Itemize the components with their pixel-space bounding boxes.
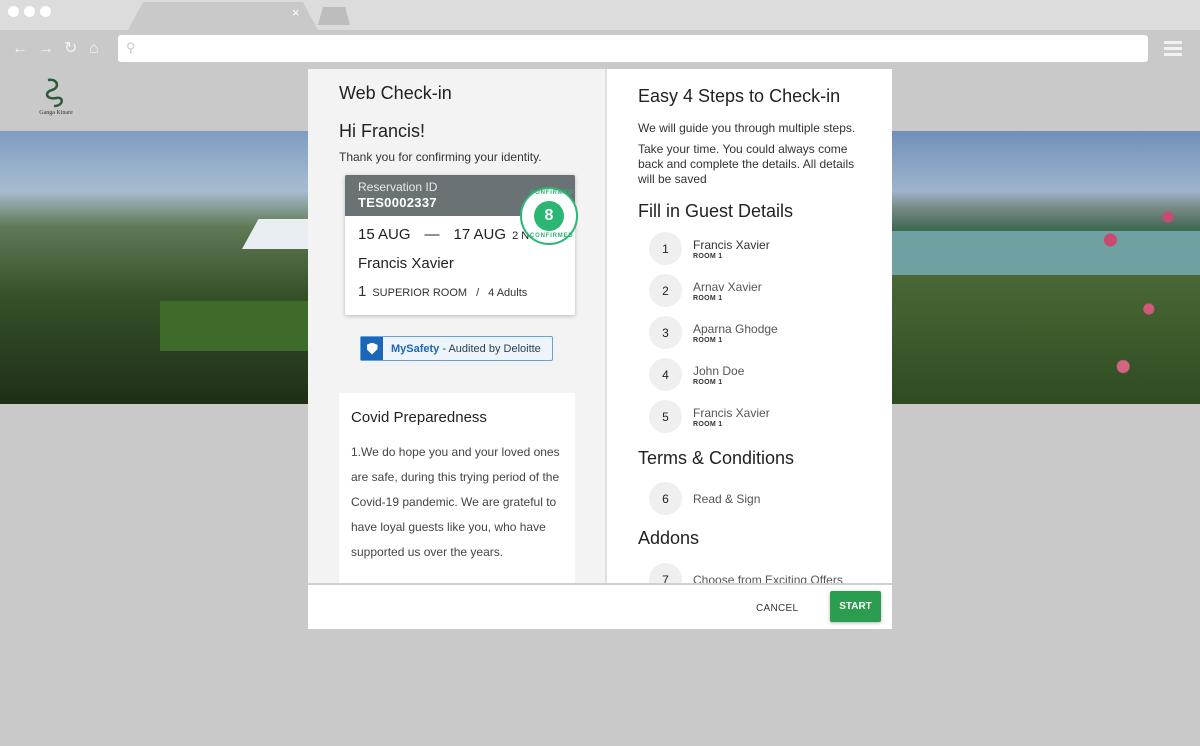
checkin-modal: Web Check-in Hi Francis! Thank you for c… bbox=[308, 69, 892, 629]
modal-left-panel: Web Check-in Hi Francis! Thank you for c… bbox=[308, 69, 605, 583]
covid-body: 1.We do hope you and your loved ones are… bbox=[351, 445, 560, 559]
check-out-date: 17 AUG bbox=[453, 226, 507, 243]
start-button[interactable]: START bbox=[830, 591, 881, 622]
step-number: 4 bbox=[649, 358, 682, 391]
terms-step[interactable]: 6 Read & Sign bbox=[649, 482, 760, 515]
step-room: ROOM 1 bbox=[693, 336, 723, 344]
guest-step[interactable]: 5 Francis Xavier ROOM 1 bbox=[649, 400, 770, 433]
step-guest-name: Arnav Xavier bbox=[693, 279, 762, 294]
mysafety-text: - Audited by Deloitte bbox=[439, 342, 541, 355]
cancel-button[interactable]: CANCEL bbox=[756, 603, 798, 614]
reload-icon[interactable]: ↻ bbox=[64, 40, 77, 58]
step-guest-name: Francis Xavier bbox=[693, 405, 770, 420]
new-tab-button[interactable] bbox=[318, 7, 350, 25]
step-guest-name: Francis Xavier bbox=[693, 237, 770, 252]
mysafety-brand: MySafety bbox=[391, 342, 440, 355]
step-room: ROOM 1 bbox=[693, 378, 723, 386]
addons-step-label: Choose from Exciting Offers bbox=[693, 572, 843, 584]
shield-check-icon bbox=[361, 337, 383, 360]
room-count: 1 bbox=[358, 283, 367, 300]
step-room: ROOM 1 bbox=[693, 420, 723, 428]
room-separator: / bbox=[476, 287, 480, 299]
guest-step[interactable]: 3 Aparna Ghodge ROOM 1 bbox=[649, 316, 778, 349]
confirmed-stamp-text-bottom: CONFIRMED bbox=[530, 233, 574, 239]
browser-tab[interactable] bbox=[128, 2, 318, 30]
check-in-date: 15 AUG bbox=[358, 226, 411, 243]
browser-toolbar: ← → ↻ ⌂ ⚲ bbox=[0, 30, 1200, 68]
guest-count: 4 Adults bbox=[488, 287, 528, 299]
date-separator: — bbox=[424, 226, 440, 243]
addons-heading: Addons bbox=[638, 528, 700, 548]
svg-text:Ganga Kinare: Ganga Kinare bbox=[39, 110, 73, 116]
hotel-logo: Ganga Kinare bbox=[39, 78, 73, 116]
steps-title: Easy 4 Steps to Check-in bbox=[638, 86, 841, 106]
hero-image-left bbox=[0, 131, 308, 404]
modal-footer: CANCEL START bbox=[308, 583, 892, 629]
room-summary: 1 SUPERIOR ROOM / 4 Adults bbox=[358, 283, 527, 300]
guest-step[interactable]: 2 Arnav Xavier ROOM 1 bbox=[649, 274, 762, 307]
home-icon[interactable]: ⌂ bbox=[89, 40, 99, 58]
steps-intro: We will guide you through multiple steps… bbox=[638, 121, 856, 135]
browser-menu-icon[interactable] bbox=[1164, 41, 1182, 59]
search-icon: ⚲ bbox=[126, 40, 136, 55]
hero-image-right bbox=[892, 131, 1200, 404]
modal-title: Web Check-in bbox=[339, 83, 452, 103]
close-window-button[interactable] bbox=[8, 6, 19, 17]
maximize-window-button[interactable] bbox=[40, 6, 51, 17]
step-number: 7 bbox=[649, 563, 682, 583]
room-type: SUPERIOR ROOM bbox=[372, 287, 468, 299]
step-room: ROOM 1 bbox=[693, 294, 723, 302]
stay-dates: 15 AUG — 17 AUG 2 N bbox=[358, 226, 529, 243]
guest-details-heading: Fill in Guest Details bbox=[638, 201, 794, 221]
tab-close-icon[interactable]: × bbox=[292, 6, 300, 20]
confirmed-stamp-icon: 8 bbox=[534, 201, 564, 231]
step-room: ROOM 1 bbox=[693, 252, 723, 260]
step-number: 2 bbox=[649, 274, 682, 307]
mysafety-badge[interactable]: MySafety - Audited by Deloitte bbox=[360, 336, 553, 361]
greeting: Hi Francis! bbox=[339, 121, 426, 141]
covid-preparedness-card: Covid Preparedness 1.We do hope you and … bbox=[339, 393, 575, 583]
address-bar[interactable]: ⚲ bbox=[118, 35, 1148, 62]
addons-step[interactable]: 7 Choose from Exciting Offers bbox=[649, 563, 843, 583]
steps-note: Take your time. You could always come ba… bbox=[638, 142, 855, 186]
modal-right-panel: Easy 4 Steps to Check-in We will guide y… bbox=[607, 69, 892, 583]
step-number: 5 bbox=[649, 400, 682, 433]
guest-step[interactable]: 4 John Doe ROOM 1 bbox=[649, 358, 744, 391]
terms-step-label: Read & Sign bbox=[693, 491, 761, 506]
minimize-window-button[interactable] bbox=[24, 6, 35, 17]
browser-tab-bar: × bbox=[0, 0, 1200, 30]
step-number: 6 bbox=[649, 482, 682, 515]
step-guest-name: Aparna Ghodge bbox=[693, 321, 778, 336]
terms-heading: Terms & Conditions bbox=[638, 448, 795, 468]
confirmed-stamp: CONFIRMED 8 CONFIRMED bbox=[520, 187, 578, 245]
confirmed-stamp-text-top: CONFIRMED bbox=[530, 190, 574, 196]
covid-title: Covid Preparedness bbox=[351, 409, 487, 426]
forward-icon[interactable]: → bbox=[38, 40, 54, 58]
step-guest-name: John Doe bbox=[693, 363, 745, 378]
guest-step[interactable]: 1 Francis Xavier ROOM 1 bbox=[649, 232, 770, 265]
window-controls bbox=[8, 6, 51, 17]
back-icon[interactable]: ← bbox=[12, 40, 28, 58]
guest-name: Francis Xavier bbox=[358, 255, 454, 272]
step-number: 1 bbox=[649, 232, 682, 265]
step-number: 3 bbox=[649, 316, 682, 349]
identity-confirmation-text: Thank you for confirming your identity. bbox=[339, 150, 542, 164]
